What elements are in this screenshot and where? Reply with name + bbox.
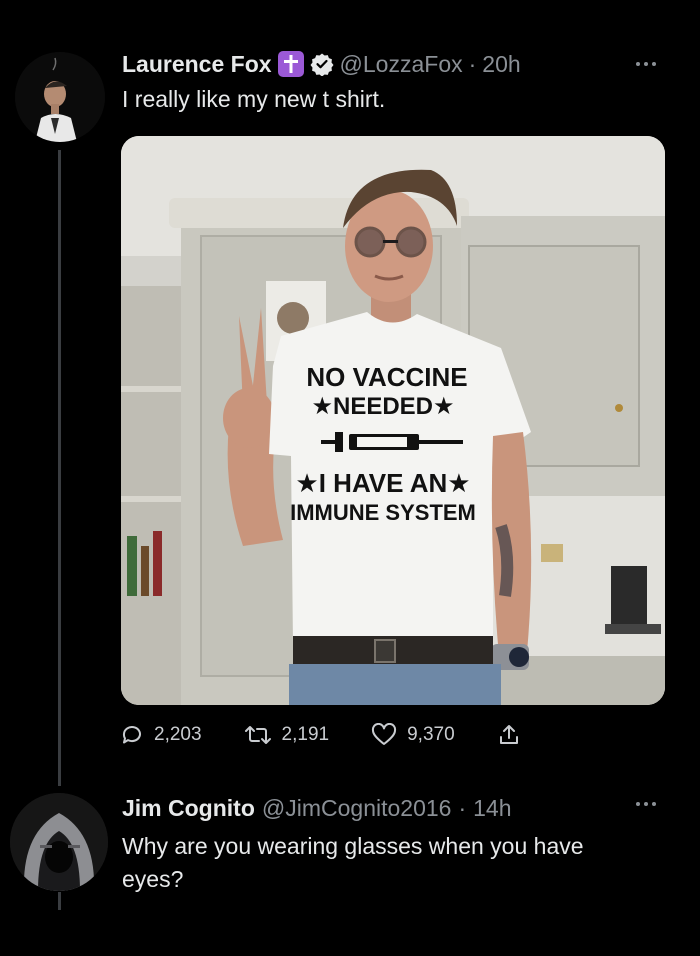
- reply-header: Jim Cognito @JimCognito2016 · 14h: [122, 792, 512, 824]
- reply-author-handle[interactable]: @JimCognito2016: [262, 795, 452, 822]
- avatar[interactable]: [15, 52, 105, 142]
- retweet-button[interactable]: 2,191: [244, 723, 330, 747]
- share-button[interactable]: [497, 723, 521, 747]
- thread-connector-line: [58, 150, 61, 786]
- reply-button[interactable]: 2,203: [120, 723, 202, 747]
- share-icon: [499, 725, 518, 744]
- shirt-line-3: ★I HAVE AN★: [295, 468, 470, 498]
- tweet-action-bar: 2,203 2,191 9,370: [120, 720, 563, 750]
- reply-icon: [122, 726, 141, 744]
- tweet-timestamp[interactable]: 20h: [482, 51, 520, 78]
- retweet-icon: [244, 726, 271, 744]
- reply-more-options-icon[interactable]: [628, 794, 664, 814]
- hooded-figure-avatar: [10, 793, 108, 891]
- tweet-header: Laurence Fox @LozzaFox · 20h: [122, 48, 521, 80]
- profile-photo-avatar: [15, 52, 105, 142]
- like-button[interactable]: 9,370: [371, 723, 455, 747]
- thread-connector-tail: [58, 892, 61, 910]
- tweet-photo[interactable]: NO VACCINE ★NEEDED★ ★I HAVE AN★ IMMUNE S…: [121, 136, 665, 705]
- shirt-line-4: IMMUNE SYSTEM: [290, 500, 476, 525]
- tweet-text: I really like my new t shirt.: [122, 86, 386, 112]
- author-name[interactable]: Laurence Fox: [122, 51, 272, 78]
- shirt-line-2: ★NEEDED★: [311, 393, 454, 420]
- retweet-count: 2,191: [281, 724, 330, 745]
- cross-badge-icon: [277, 51, 304, 77]
- shirt-line-1: NO VACCINE: [306, 362, 467, 392]
- separator-dot: ·: [468, 50, 477, 77]
- reply-count: 2,203: [154, 724, 202, 745]
- verified-badge-icon: [310, 52, 334, 77]
- like-count: 9,370: [407, 724, 455, 745]
- reply-author-name[interactable]: Jim Cognito: [122, 795, 255, 822]
- reply-text: Why are you wearing glasses when you hav…: [122, 833, 584, 892]
- author-handle[interactable]: @LozzaFox: [340, 51, 463, 78]
- reply-timestamp[interactable]: 14h: [473, 795, 511, 822]
- reply-avatar[interactable]: [10, 793, 108, 891]
- more-options-icon[interactable]: [628, 54, 664, 74]
- heart-icon: [372, 723, 397, 745]
- reply-separator-dot: ·: [458, 794, 467, 821]
